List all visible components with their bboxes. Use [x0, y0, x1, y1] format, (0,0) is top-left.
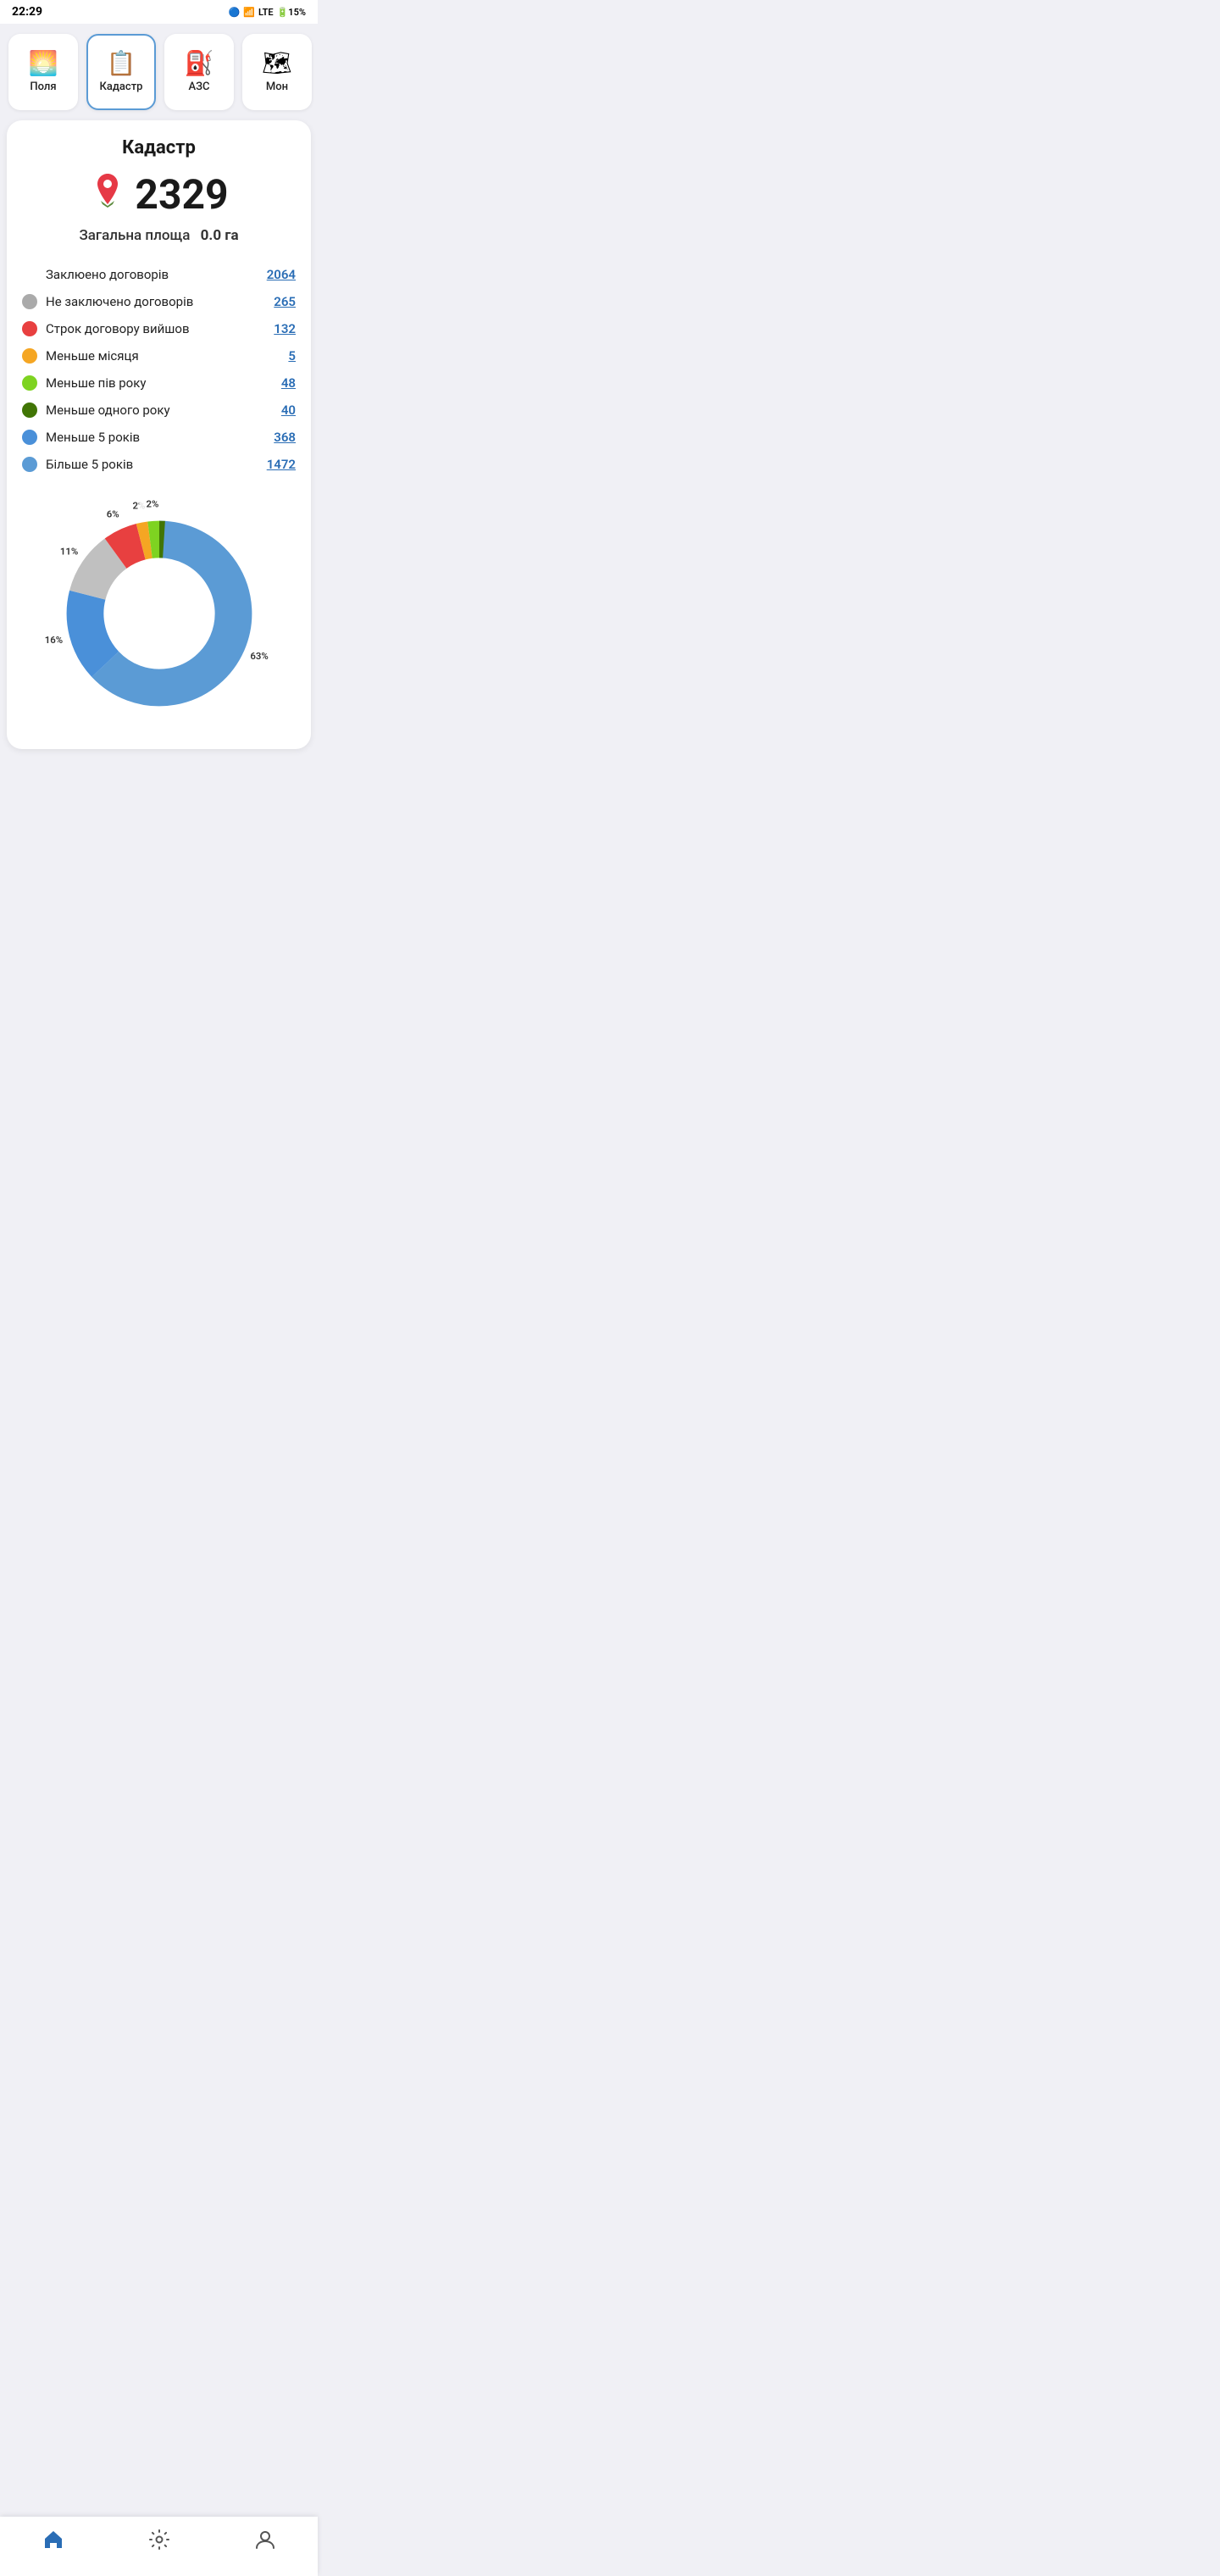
cadastre-label: Кадастр [100, 80, 143, 93]
nav-home[interactable] [25, 2525, 81, 2559]
signal-icon: 📶 [243, 7, 255, 18]
nav-card-cadastre[interactable]: 📋 Кадастр [86, 34, 156, 110]
stat-value-0[interactable]: 2064 [267, 267, 296, 282]
bluetooth-icon: 🔵 [229, 7, 241, 18]
card-title: Кадастр [22, 137, 296, 158]
mon-icon: 🗺 [262, 52, 292, 75]
stat-row-4: Меньше пів року 48 [22, 369, 296, 397]
svg-text:11%: 11% [59, 546, 77, 558]
stat-value-3[interactable]: 5 [288, 348, 296, 364]
stat-label-7: Більше 5 років [46, 457, 258, 472]
stat-label-4: Меньше пів року [46, 375, 273, 391]
main-card: Кадастр 2329 Загальна площа 0.0 га Заклю… [7, 120, 311, 749]
stat-value-5[interactable]: 40 [281, 402, 296, 418]
fields-icon: 🌅 [29, 52, 58, 75]
stat-dot-7 [22, 457, 37, 472]
stats-list: Заклюено договорів 2064 Не заключено дог… [22, 261, 296, 478]
stat-value-7[interactable]: 1472 [267, 457, 296, 472]
stat-value-2[interactable]: 132 [274, 321, 296, 336]
stat-label-6: Меньше 5 років [46, 430, 265, 445]
settings-icon [148, 2529, 170, 2556]
area-value: 0.0 га [201, 227, 239, 244]
nav-card-mon[interactable]: 🗺 Мон [242, 34, 312, 110]
lte-label: LTE [258, 7, 274, 18]
nav-card-fields[interactable]: 🌅 Поля [8, 34, 78, 110]
home-icon [42, 2529, 64, 2556]
battery-icon: 🔋15% [277, 7, 306, 18]
stat-label-2: Строк договору вийшов [46, 321, 265, 336]
stat-dot-2 [22, 321, 37, 336]
stat-dot-4 [22, 375, 37, 391]
gas-icon: ⛽ [185, 52, 214, 75]
stat-dot-1 [22, 294, 37, 309]
bottom-nav [0, 2517, 318, 2576]
mon-label: Мон [266, 80, 288, 93]
svg-text:63%: 63% [250, 650, 268, 662]
stat-dot-5 [22, 402, 37, 418]
status-icons: 🔵 📶 LTE 🔋15% [229, 7, 306, 18]
svg-text:2%: 2% [146, 498, 158, 510]
stat-dot-0 [22, 267, 37, 282]
stat-label-3: Меньше місяця [46, 348, 280, 364]
nav-profile[interactable] [237, 2525, 293, 2559]
donut-chart-container: 63%16%11%6%2%2% [22, 495, 296, 732]
stat-value-1[interactable]: 265 [274, 294, 296, 309]
stat-label-0: Заклюено договорів [46, 267, 258, 282]
count-row: 2329 [22, 170, 296, 219]
stat-row-2: Строк договору вийшов 132 [22, 315, 296, 342]
stat-row-3: Меньше місяця 5 [22, 342, 296, 369]
stat-row-5: Меньше одного року 40 [22, 397, 296, 424]
stat-value-4[interactable]: 48 [281, 375, 296, 391]
area-row: Загальна площа 0.0 га [22, 227, 296, 244]
area-label: Загальна площа [79, 227, 190, 244]
svg-text:16%: 16% [44, 634, 62, 646]
cadastre-icon: 📋 [107, 52, 136, 75]
stat-row-0: Заклюено договорів 2064 [22, 261, 296, 288]
stat-dot-3 [22, 348, 37, 364]
nav-cards-row: 🌅 Поля 📋 Кадастр ⛽ АЗС 🗺 Мон [0, 24, 318, 120]
profile-icon [254, 2529, 276, 2556]
status-time: 22:29 [12, 5, 42, 19]
gas-label: АЗС [189, 80, 210, 93]
fields-label: Поля [30, 80, 56, 93]
stat-value-6[interactable]: 368 [274, 430, 296, 445]
stat-row-1: Не заключено договорів 265 [22, 288, 296, 315]
status-bar: 22:29 🔵 📶 LTE 🔋15% [0, 0, 318, 24]
stat-row-6: Меньше 5 років 368 [22, 424, 296, 451]
stat-row-7: Більше 5 років 1472 [22, 451, 296, 478]
nav-settings[interactable] [131, 2525, 187, 2559]
stat-label-1: Не заключено договорів [46, 294, 265, 309]
donut-chart: 63%16%11%6%2%2% [41, 495, 278, 732]
svg-text:6%: 6% [106, 508, 119, 520]
nav-card-gas[interactable]: ⛽ АЗС [164, 34, 234, 110]
stat-label-5: Меньше одного року [46, 402, 273, 418]
stat-dot-6 [22, 430, 37, 445]
count-icon [89, 172, 126, 217]
count-number: 2329 [135, 170, 228, 219]
